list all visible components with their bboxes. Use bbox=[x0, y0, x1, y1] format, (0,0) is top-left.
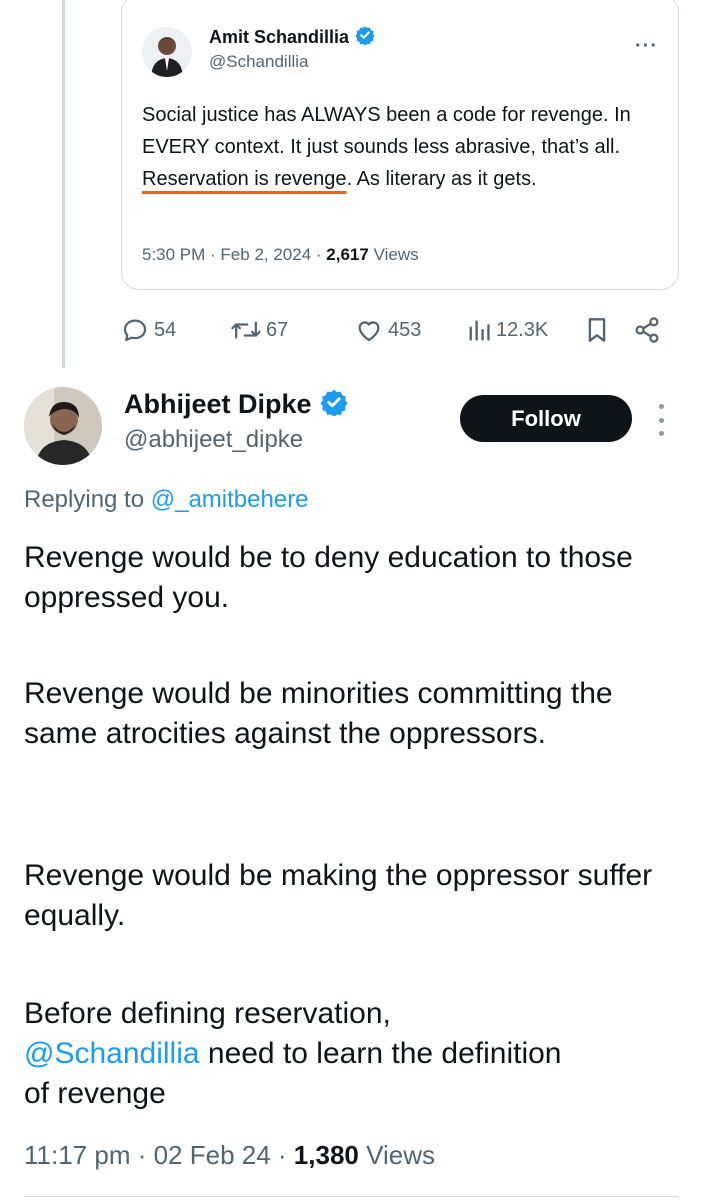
analytics-icon bbox=[469, 320, 490, 341]
reply-tweet-time[interactable]: 11:17 pm bbox=[24, 1140, 130, 1170]
quoted-tweet-date[interactable]: Feb 2, 2024 bbox=[220, 245, 311, 264]
reply-tweet-views-count: 1,380 bbox=[293, 1140, 359, 1170]
bookmark-button[interactable] bbox=[584, 310, 610, 350]
retweet-button[interactable]: 67 bbox=[230, 310, 288, 350]
bookmark-icon bbox=[588, 318, 606, 342]
replying-to-prefix: Replying to bbox=[24, 486, 151, 513]
views-button[interactable]: 12.3K bbox=[466, 310, 548, 350]
quoted-tweet-text: Social justice has ALWAYS been a code fo… bbox=[142, 99, 642, 195]
reply-paragraph-2: Revenge would be minorities committing t… bbox=[24, 677, 613, 750]
reply-author-handle[interactable]: @abhijeet_dipke bbox=[124, 426, 303, 454]
reply-paragraph-4: Before defining reservation, @Schandillia… bbox=[24, 994, 564, 1114]
reply-paragraph-3: Revenge would be making the oppressor su… bbox=[24, 859, 653, 932]
replying-to-line: Replying to @_amitbehere bbox=[24, 486, 309, 514]
quoted-tweet-time[interactable]: 5:30 PM bbox=[142, 245, 205, 264]
share-button[interactable] bbox=[632, 310, 662, 350]
thread-connector-line bbox=[62, 0, 65, 368]
bottom-divider bbox=[24, 1196, 678, 1197]
retweet-icon bbox=[231, 321, 261, 339]
quoted-author-name[interactable]: Amit Schandillia bbox=[209, 27, 349, 48]
reply-author-name[interactable]: Abhijeet Dipke bbox=[124, 389, 312, 420]
reply-tweet-views-label: Views bbox=[366, 1140, 435, 1170]
replying-to-mention[interactable]: @_amitbehere bbox=[151, 486, 309, 513]
verified-badge-icon bbox=[355, 25, 375, 50]
like-count: 453 bbox=[388, 318, 422, 341]
quoted-tweet-meta: 5:30 PM · Feb 2, 2024 · 2,617 Views bbox=[142, 245, 419, 264]
reply-icon bbox=[123, 319, 147, 342]
share-icon bbox=[635, 317, 659, 343]
verified-badge-icon bbox=[320, 388, 348, 421]
more-options-vertical-icon[interactable] bbox=[655, 404, 667, 436]
underlined-phrase: Reservation is revenge bbox=[142, 168, 347, 190]
follow-button[interactable]: Follow bbox=[460, 395, 632, 442]
views-count: 12.3K bbox=[496, 318, 549, 341]
quoted-text-part: . As literary as it gets. bbox=[346, 168, 537, 190]
quoted-tweet-views-label: Views bbox=[373, 245, 419, 264]
reply-paragraph-4-text: Before defining reservation, bbox=[24, 997, 391, 1030]
quoted-author-handle[interactable]: @Schandillia bbox=[209, 52, 308, 72]
like-button[interactable]: 453 bbox=[354, 310, 421, 350]
reply-paragraph-1: Revenge would be to deny education to th… bbox=[24, 541, 633, 614]
tweet-action-bar: 54 67 453 12.3K bbox=[120, 310, 668, 350]
reply-author-avatar[interactable] bbox=[24, 387, 102, 465]
retweet-count: 67 bbox=[266, 318, 289, 341]
more-options-icon[interactable]: ··· bbox=[635, 35, 658, 58]
reply-body-mention[interactable]: @Schandillia bbox=[24, 1037, 200, 1070]
reply-count: 54 bbox=[154, 318, 177, 341]
heart-icon bbox=[358, 321, 380, 342]
reply-button[interactable]: 54 bbox=[120, 310, 176, 350]
quoted-tweet-card[interactable]: Amit Schandillia @Schandillia ··· Social… bbox=[121, 0, 679, 290]
reply-tweet-meta: 11:17 pm · 02 Feb 24 · 1,380 Views bbox=[24, 1140, 435, 1170]
quoted-text-part: Social justice has ALWAYS been a code fo… bbox=[142, 104, 631, 158]
quoted-tweet-views-count: 2,617 bbox=[326, 245, 369, 264]
reply-tweet-date[interactable]: 02 Feb 24 bbox=[154, 1140, 271, 1170]
quoted-author-avatar[interactable] bbox=[142, 27, 192, 77]
